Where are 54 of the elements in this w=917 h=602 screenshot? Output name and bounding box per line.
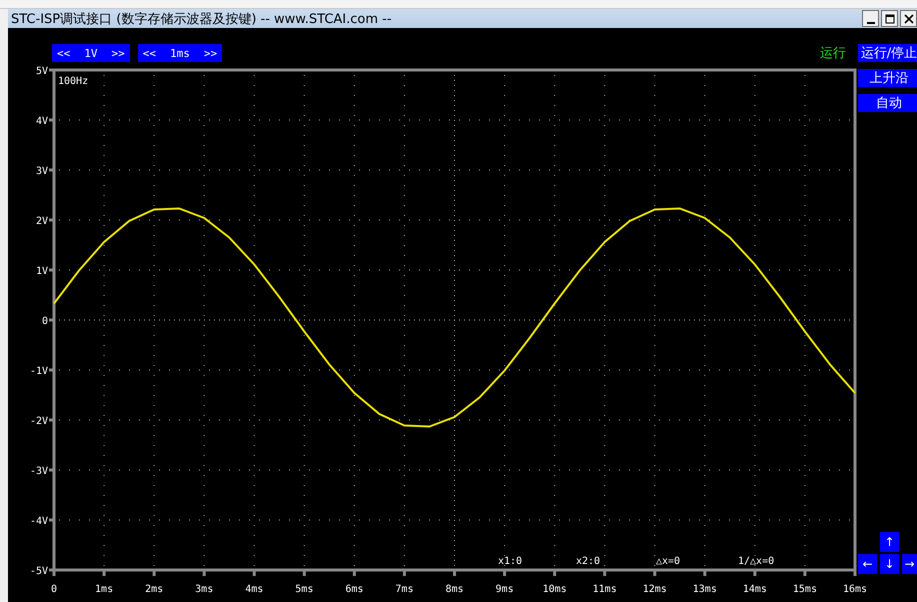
x-axis-label: 16ms xyxy=(842,584,868,595)
x-axis-label: 1ms xyxy=(95,584,114,595)
minimize-button[interactable] xyxy=(862,10,879,27)
cursor-readout: △x=0 xyxy=(656,556,680,567)
x-axis-label: 7ms xyxy=(395,584,414,595)
x-axis-label: 11ms xyxy=(592,584,617,595)
close-button[interactable] xyxy=(900,10,917,27)
increase-button[interactable]: >> xyxy=(110,46,127,60)
x-axis-label: 13ms xyxy=(692,584,717,595)
minimize-icon xyxy=(866,22,874,24)
left-arrow-button[interactable]: ← xyxy=(858,554,877,574)
x-axis-label: 3ms xyxy=(195,584,214,595)
x-axis-label: 4ms xyxy=(245,584,264,595)
increase-button[interactable]: >> xyxy=(202,46,220,60)
y-axis-label: -4V xyxy=(30,516,48,527)
x-axis-label: 0 xyxy=(50,584,58,595)
up-arrow-button[interactable]: ↑ xyxy=(880,532,899,552)
x-axis-label: 9ms xyxy=(496,584,514,595)
decrease-button[interactable]: << xyxy=(55,46,72,60)
y-axis-label: 2V xyxy=(36,216,48,227)
y-axis-label: 5V xyxy=(36,66,48,77)
down-arrow-button[interactable]: ↓ xyxy=(880,554,899,574)
cursor-readout: 1/△x=0 xyxy=(738,556,774,567)
decrease-button[interactable]: << xyxy=(140,46,158,60)
close-icon xyxy=(904,14,914,24)
y-axis-label: 4V xyxy=(36,116,48,127)
x-axis-label: 10ms xyxy=(542,584,567,595)
run-status: 运行 xyxy=(820,45,846,62)
cursor-readout: x2:0 xyxy=(576,556,600,567)
y-axis-label: -1V xyxy=(30,366,48,377)
x-axis-label: 2ms xyxy=(145,584,164,595)
y-axis-label: -5V xyxy=(30,566,48,577)
maximize-icon xyxy=(884,14,894,24)
frequency-label: 100Hz xyxy=(58,76,88,87)
x-axis-label: 12ms xyxy=(642,584,667,595)
x-axis-label: 8ms xyxy=(445,584,464,595)
side-button[interactable]: 上升沿 xyxy=(858,69,917,87)
y-axis-label: 3V xyxy=(36,166,48,177)
x-axis-label: 15ms xyxy=(792,584,817,595)
y-axis-label: -2V xyxy=(30,416,48,427)
window-title: STC-ISP调试接口 (数字存储示波器及按键) -- www.STCAI.com -- xyxy=(11,10,393,28)
cursor-readout: x1:0 xyxy=(498,556,522,567)
y-axis-label: -3V xyxy=(30,466,48,477)
side-button[interactable]: 自动 xyxy=(858,94,917,112)
x-axis-label: 5ms xyxy=(295,584,314,595)
side-button[interactable]: 运行/停止 xyxy=(858,44,917,62)
y-axis-label: 0 xyxy=(42,316,48,327)
y-axis-label: 1V xyxy=(36,266,48,277)
scale-value: 1V xyxy=(83,46,98,60)
maximize-button[interactable] xyxy=(881,10,898,27)
x-axis-label: 6ms xyxy=(345,584,364,595)
x-axis-label: 14ms xyxy=(742,584,767,595)
scale-value: 1ms xyxy=(169,46,191,60)
right-arrow-button[interactable]: → xyxy=(902,554,917,574)
